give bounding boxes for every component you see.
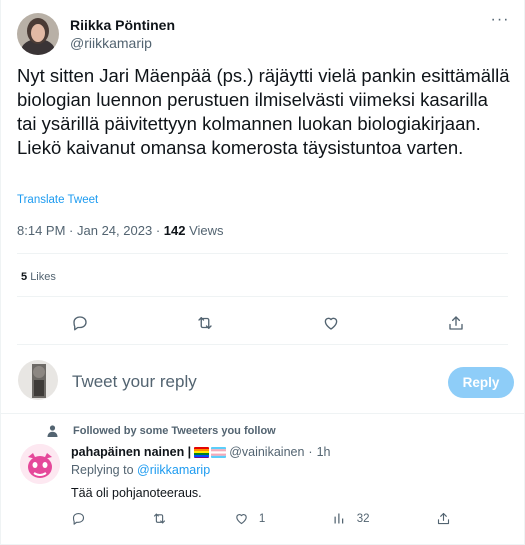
retweet-icon <box>154 513 166 524</box>
share-icon[interactable] <box>445 312 467 334</box>
reply-text: Tää oli pohjanoteeraus. <box>71 486 202 500</box>
divider <box>17 253 508 254</box>
reply-like-button[interactable]: 1 <box>234 511 265 526</box>
reply-author-avatar[interactable] <box>20 444 60 484</box>
reply-header: pahapäinen nainen | @vainikainen · 1h <box>71 445 331 459</box>
replying-to: Replying to @riikkamarip <box>71 463 210 477</box>
views-label: Views <box>189 223 224 238</box>
tweet-text: Nyt sitten Jari Mäenpää (ps.) räjäytti v… <box>17 65 510 158</box>
replying-to-label: Replying to <box>71 463 134 477</box>
tweet-time[interactable]: 8:14 PM <box>17 223 65 238</box>
like-icon <box>236 514 247 525</box>
views-count: 142 <box>163 223 186 238</box>
reply-views-count: 32 <box>356 512 370 525</box>
transgender-flag-icon <box>211 446 227 458</box>
tweet-meta: 8:14 PM · Jan 24, 2023 · 142 Views <box>17 223 224 238</box>
reply-views-button[interactable]: 32 <box>332 511 370 526</box>
reply-reply-button[interactable] <box>71 511 86 526</box>
tweet-date[interactable]: Jan 24, 2023 <box>77 223 152 238</box>
tweet-author[interactable]: Riikka Pöntinen @riikkamarip <box>17 10 175 58</box>
divider <box>17 296 508 297</box>
share-icon <box>437 512 450 525</box>
reply-button[interactable]: Reply <box>448 367 514 398</box>
reply-author-handle[interactable]: @vainikainen <box>229 445 304 459</box>
like-icon[interactable] <box>320 312 342 334</box>
translate-tweet-link[interactable]: Translate Tweet <box>17 194 98 206</box>
likes-label: Likes <box>30 271 56 283</box>
author-avatar[interactable] <box>17 13 59 55</box>
reply-icon[interactable] <box>69 312 91 334</box>
likes-count: 5 <box>21 271 28 283</box>
likes-stat[interactable]: 5 Likes <box>21 271 56 283</box>
reply-actions: 1 32 <box>71 511 451 526</box>
analytics-icon <box>334 513 343 524</box>
social-context-label: Followed by some Tweeters you follow <box>73 425 276 437</box>
tweet-detail: Riikka Pöntinen @riikkamarip ··· Nyt sit… <box>0 0 525 545</box>
tweet-actions <box>69 312 467 334</box>
more-options-icon[interactable]: ··· <box>490 12 510 30</box>
reply-share-button[interactable] <box>436 511 451 526</box>
flag-emojis <box>194 446 227 458</box>
rainbow-flag-icon <box>194 446 210 458</box>
reply-time[interactable]: 1h <box>317 445 331 459</box>
divider <box>17 344 508 345</box>
social-context: Followed by some Tweeters you follow <box>47 425 276 437</box>
author-name[interactable]: Riikka Pöntinen <box>70 16 175 34</box>
person-icon <box>47 425 58 437</box>
reply-input[interactable]: Tweet your reply <box>72 372 197 392</box>
divider <box>1 413 524 414</box>
reply-retweet-button[interactable] <box>152 511 167 526</box>
replying-to-handle[interactable]: @riikkamarip <box>137 463 210 477</box>
retweet-icon[interactable] <box>194 312 216 334</box>
current-user-avatar[interactable] <box>18 360 58 400</box>
reply-icon <box>72 512 85 525</box>
reply-like-count: 1 <box>258 512 266 525</box>
reply-author-name[interactable]: pahapäinen nainen | <box>71 445 191 459</box>
author-handle[interactable]: @riikkamarip <box>70 34 175 52</box>
